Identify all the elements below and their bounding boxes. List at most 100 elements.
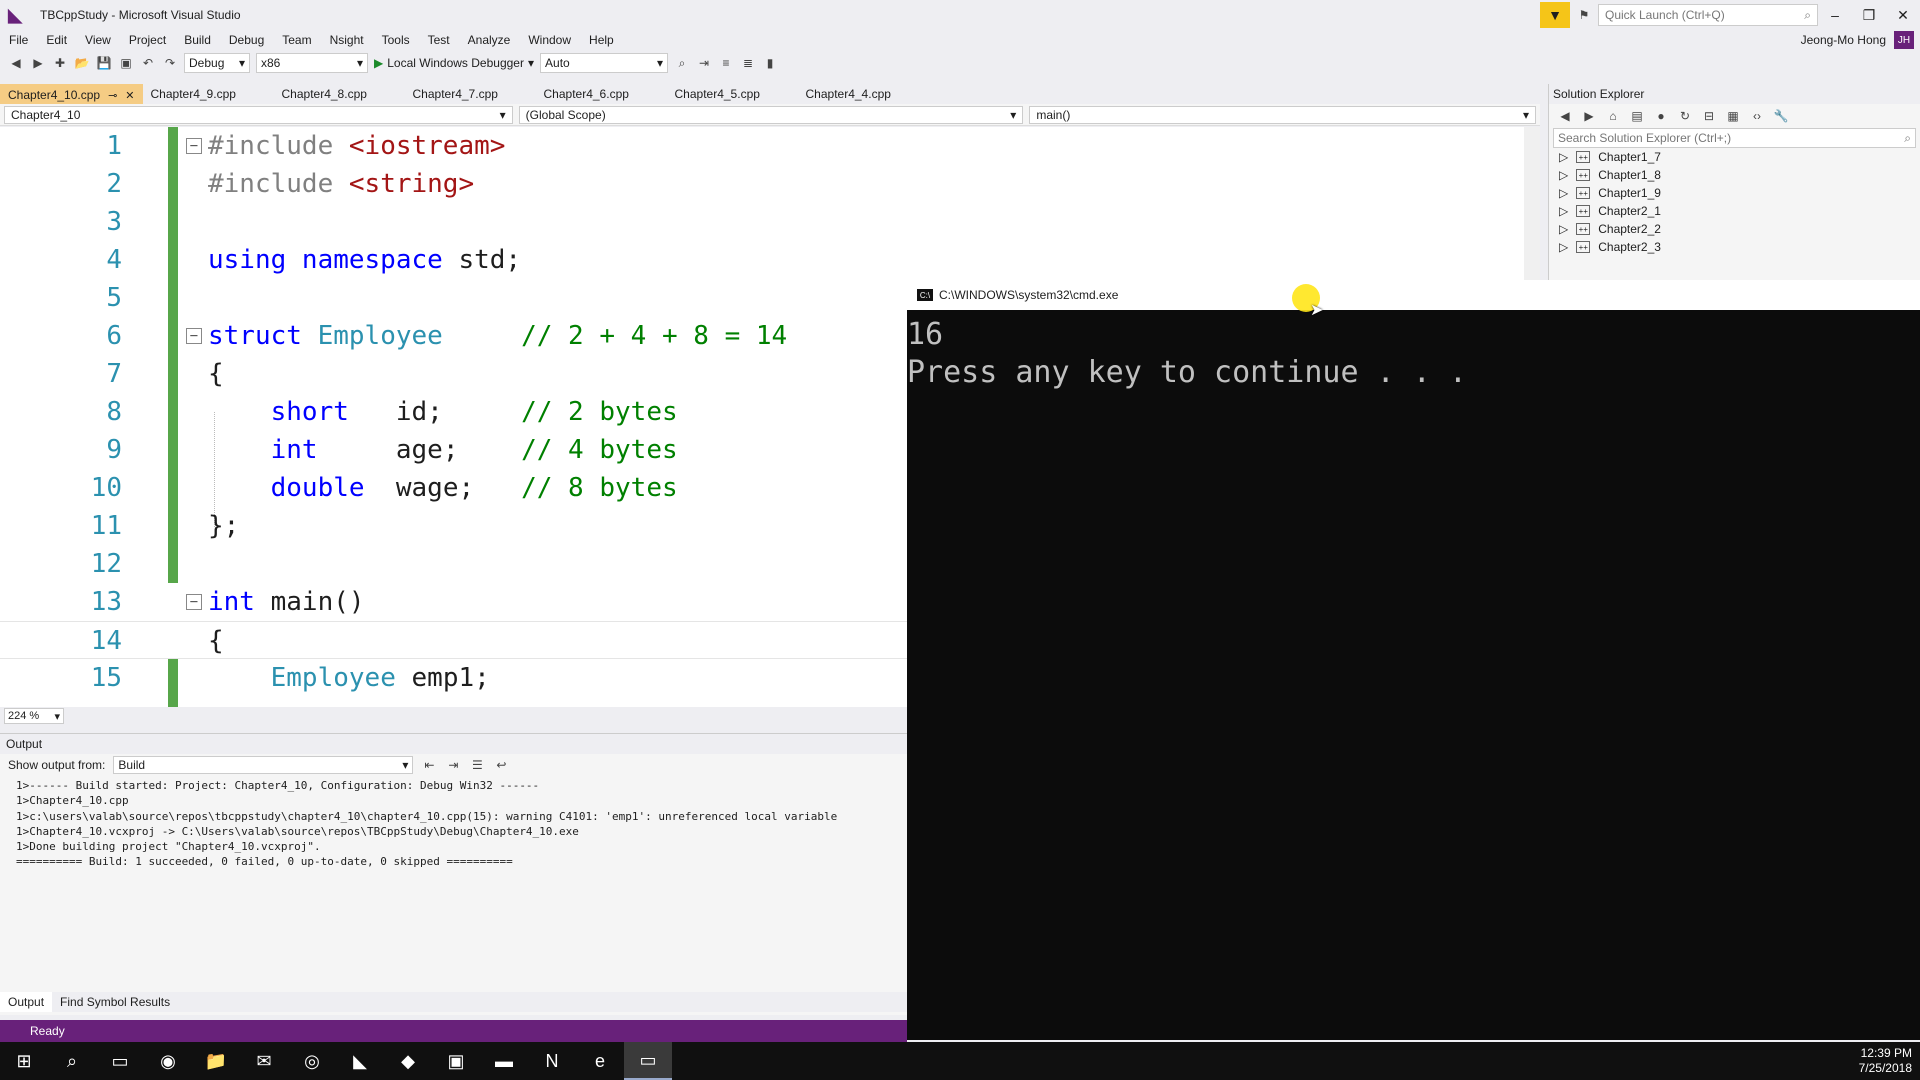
expand-arrow-icon[interactable]: ▷ bbox=[1559, 186, 1568, 200]
chrome-icon[interactable]: ◎ bbox=[288, 1042, 336, 1080]
collapse-icon[interactable]: − bbox=[186, 594, 202, 610]
feedback-filter-icon[interactable]: ▼ bbox=[1540, 2, 1570, 28]
undo-icon[interactable]: ↶ bbox=[140, 55, 156, 71]
onenote-icon[interactable]: N bbox=[528, 1042, 576, 1080]
view-code-icon[interactable]: ‹› bbox=[1749, 108, 1765, 124]
switch-views-icon[interactable]: ▤ bbox=[1629, 108, 1645, 124]
output-text[interactable]: 1>------ Build started: Project: Chapter… bbox=[0, 776, 907, 872]
menu-edit[interactable]: Edit bbox=[37, 33, 76, 47]
tab-chapter4-4[interactable]: Chapter4_4.cpp bbox=[798, 84, 929, 104]
solution-item-chapter1-9[interactable]: ▷ ++ Chapter1_9 bbox=[1549, 184, 1920, 202]
solution-config-select[interactable]: Debug ▾ bbox=[184, 53, 250, 73]
expand-arrow-icon[interactable]: ▷ bbox=[1559, 204, 1568, 218]
solution-search-input[interactable]: Search Solution Explorer (Ctrl+;) ⌕ bbox=[1553, 128, 1916, 148]
save-icon[interactable]: 💾 bbox=[96, 55, 112, 71]
zoom-level-select[interactable]: 224 % ▾ bbox=[4, 708, 64, 724]
new-project-icon[interactable]: ✚ bbox=[52, 55, 68, 71]
step-icon[interactable]: ⇥ bbox=[696, 55, 712, 71]
tab-chapter4-5[interactable]: Chapter4_5.cpp bbox=[667, 84, 798, 104]
close-icon[interactable]: ✕ bbox=[125, 89, 134, 102]
scope-dropdown[interactable]: (Global Scope) ▾ bbox=[518, 105, 1024, 124]
solution-item-chapter1-7[interactable]: ▷ ++ Chapter1_7 bbox=[1549, 148, 1920, 166]
output-source-select[interactable]: Build ▾ bbox=[113, 756, 414, 774]
collapse-icon[interactable]: − bbox=[186, 138, 202, 154]
properties-icon[interactable]: 🔧 bbox=[1773, 108, 1789, 124]
back-icon[interactable]: ◀ bbox=[1557, 108, 1573, 124]
tab-chapter4-6[interactable]: Chapter4_6.cpp bbox=[536, 84, 667, 104]
pin-icon[interactable]: ⊸ bbox=[108, 89, 117, 102]
project-dropdown[interactable]: Chapter4_10 ▾ bbox=[4, 105, 513, 124]
tab-chapter4-10[interactable]: Chapter4_10.cpp ⊸ ✕ bbox=[0, 84, 143, 104]
solution-item-chapter2-3[interactable]: ▷ ++ Chapter2_3 bbox=[1549, 238, 1920, 256]
start-debugging-button[interactable]: ▶ Local Windows Debugger ▾ bbox=[374, 56, 534, 70]
menu-analyze[interactable]: Analyze bbox=[459, 33, 520, 47]
task-view-icon[interactable]: ▭ bbox=[96, 1042, 144, 1080]
git-icon[interactable]: ◆ bbox=[384, 1042, 432, 1080]
home-icon[interactable]: ⌂ bbox=[1605, 108, 1621, 124]
pending-changes-icon[interactable]: ↻ bbox=[1677, 108, 1693, 124]
member-dropdown[interactable]: main() ▾ bbox=[1029, 105, 1536, 124]
quick-launch-input[interactable]: Quick Launch (Ctrl+Q) ⌕ bbox=[1598, 4, 1818, 26]
console-window[interactable]: C:\ C:\WINDOWS\system32\cmd.exe 16 Press … bbox=[907, 280, 1920, 1040]
menu-help[interactable]: Help bbox=[580, 33, 623, 47]
find-icon[interactable]: ⌕ bbox=[674, 55, 690, 71]
menu-nsight[interactable]: Nsight bbox=[321, 33, 373, 47]
expand-arrow-icon[interactable]: ▷ bbox=[1559, 240, 1568, 254]
back-icon[interactable]: ◀ bbox=[8, 55, 24, 71]
menu-window[interactable]: Window bbox=[519, 33, 580, 47]
expand-arrow-icon[interactable]: ▷ bbox=[1559, 222, 1568, 236]
sync-icon[interactable]: ● bbox=[1653, 108, 1669, 124]
uncomment-icon[interactable]: ≣ bbox=[740, 55, 756, 71]
cmd-taskbar-icon[interactable]: ▭ bbox=[624, 1042, 672, 1080]
tab-find-symbol-results[interactable]: Find Symbol Results bbox=[52, 992, 178, 1012]
tab-chapter4-8[interactable]: Chapter4_8.cpp bbox=[274, 84, 405, 104]
close-button[interactable]: ✕ bbox=[1886, 7, 1920, 24]
show-all-files-icon[interactable]: ▦ bbox=[1725, 108, 1741, 124]
platform-select[interactable]: x86 ▾ bbox=[256, 53, 368, 73]
avatar[interactable]: JH bbox=[1894, 31, 1914, 49]
menu-view[interactable]: View bbox=[76, 33, 120, 47]
tab-chapter4-9[interactable]: Chapter4_9.cpp bbox=[143, 84, 274, 104]
forward-icon[interactable]: ▶ bbox=[1581, 108, 1597, 124]
clear-all-icon[interactable]: ☰ bbox=[469, 757, 485, 773]
menu-file[interactable]: File bbox=[0, 33, 37, 47]
restore-button[interactable]: ❐ bbox=[1852, 7, 1886, 24]
user-name[interactable]: Jeong-Mo Hong bbox=[1801, 33, 1886, 47]
solution-item-chapter2-2[interactable]: ▷ ++ Chapter2_2 bbox=[1549, 220, 1920, 238]
windows-start-icon[interactable]: ⊞ bbox=[0, 1042, 48, 1080]
edge-icon[interactable]: e bbox=[576, 1042, 624, 1080]
redo-icon[interactable]: ↷ bbox=[162, 55, 178, 71]
open-file-icon[interactable]: 📂 bbox=[74, 55, 90, 71]
mail-icon[interactable]: ✉ bbox=[240, 1042, 288, 1080]
menu-debug[interactable]: Debug bbox=[220, 33, 273, 47]
expand-arrow-icon[interactable]: ▷ bbox=[1559, 168, 1568, 182]
menu-test[interactable]: Test bbox=[419, 33, 459, 47]
app-icon[interactable]: ◉ bbox=[144, 1042, 192, 1080]
tab-chapter4-7[interactable]: Chapter4_7.cpp bbox=[405, 84, 536, 104]
menu-project[interactable]: Project bbox=[120, 33, 175, 47]
debug-mode-select[interactable]: Auto ▾ bbox=[540, 53, 669, 73]
save-all-icon[interactable]: ▣ bbox=[118, 55, 134, 71]
minimize-button[interactable]: – bbox=[1818, 7, 1852, 23]
app-icon[interactable]: ▬ bbox=[480, 1042, 528, 1080]
word-wrap-icon[interactable]: ↩ bbox=[493, 757, 509, 773]
goto-previous-icon[interactable]: ⇤ bbox=[421, 757, 437, 773]
notifications-icon[interactable]: ⚑ bbox=[1576, 7, 1592, 23]
solution-item-chapter1-8[interactable]: ▷ ++ Chapter1_8 bbox=[1549, 166, 1920, 184]
menu-team[interactable]: Team bbox=[273, 33, 320, 47]
expand-arrow-icon[interactable]: ▷ bbox=[1559, 150, 1568, 164]
menu-build[interactable]: Build bbox=[175, 33, 220, 47]
collapse-icon[interactable]: − bbox=[186, 328, 202, 344]
goto-next-icon[interactable]: ⇥ bbox=[445, 757, 461, 773]
file-explorer-icon[interactable]: 📁 bbox=[192, 1042, 240, 1080]
visual-studio-icon[interactable]: ◣ bbox=[336, 1042, 384, 1080]
collapse-all-icon[interactable]: ⊟ bbox=[1701, 108, 1717, 124]
bookmark-icon[interactable]: ▮ bbox=[762, 55, 778, 71]
solution-item-chapter2-1[interactable]: ▷ ++ Chapter2_1 bbox=[1549, 202, 1920, 220]
search-icon[interactable]: ⌕ bbox=[48, 1042, 96, 1080]
console-title-bar[interactable]: C:\ C:\WINDOWS\system32\cmd.exe bbox=[907, 280, 1920, 310]
clock[interactable]: 12:39 PM 7/25/2018 bbox=[1859, 1046, 1912, 1076]
comment-icon[interactable]: ≡ bbox=[718, 55, 734, 71]
menu-tools[interactable]: Tools bbox=[373, 33, 419, 47]
forward-icon[interactable]: ▶ bbox=[30, 55, 46, 71]
